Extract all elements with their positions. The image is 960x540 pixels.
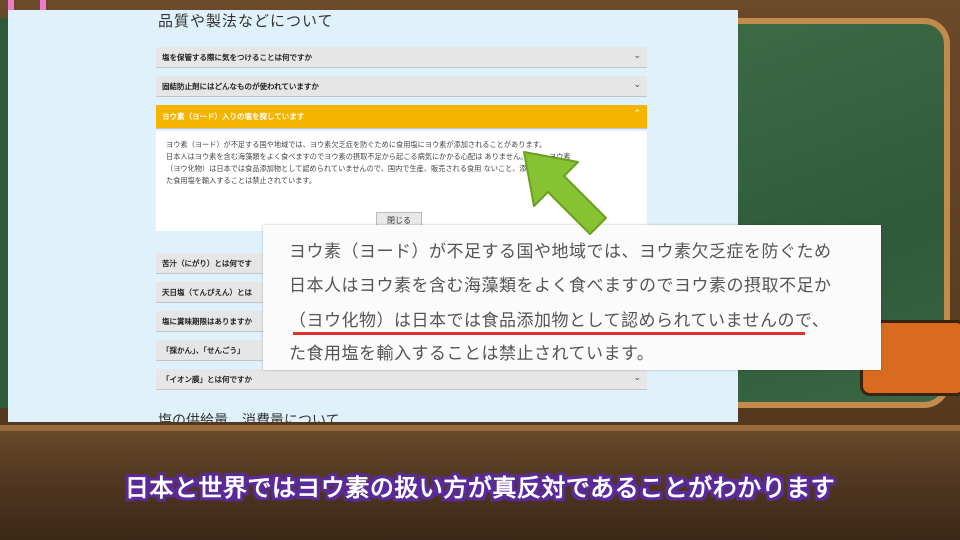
faq-item[interactable]: 「イオン膜」とは何ですか ⌄ [156, 369, 647, 390]
faq-question: 「採かん」、「せんごう」 [162, 345, 245, 355]
section-heading: 塩の供給量、消費量について [158, 413, 340, 422]
red-underline [293, 332, 805, 335]
chevron-up-icon: ⌃ [633, 109, 641, 119]
chevron-down-icon: ⌄ [633, 51, 641, 61]
section-heading: 品質や製法などについて [158, 12, 334, 30]
faq-item-open[interactable]: ヨウ素（ヨード）入りの塩を探しています ⌃ [156, 105, 647, 129]
faq-question: ヨウ素（ヨード）入りの塩を探しています [162, 112, 305, 121]
faq-item[interactable]: 固結防止剤にはどんなものが使われていますか ⌄ [156, 76, 647, 97]
faq-question: 苦汁（にがり）とは何です [162, 258, 252, 268]
faq-question: 天日塩（てんぴえん）とは [162, 287, 252, 297]
zoom-line: 日本人はヨウ素を含む海藻類をよく食べますのでヨウ素の摂取不足か [289, 276, 832, 296]
arrow-up-left-icon [523, 151, 607, 235]
faq-question: 塩に賞味期限はありますか [162, 316, 252, 326]
zoom-line: ヨウ素（ヨード）が不足する国や地域では、ヨウ素欠乏症を防ぐため [289, 242, 832, 262]
zoom-line: た食用塩を輸入することは禁止されています。 [289, 344, 655, 364]
chevron-down-icon: ⌄ [633, 373, 641, 383]
faq-question: 塩を保管する際に気をつけることは何ですか [162, 52, 312, 62]
faq-question: 「イオン膜」とは何ですか [162, 374, 252, 384]
faq-question: 固結防止剤にはどんなものが使われていますか [162, 81, 319, 91]
subtitle-caption: 日本と世界ではヨウ素の扱い方が真反対であることがわかります [124, 474, 836, 502]
zoom-callout: ヨウ素（ヨード）が不足する国や地域では、ヨウ素欠乏症を防ぐため 日本人はヨウ素を… [263, 225, 881, 370]
zoom-line: （ヨウ化物）は日本では食品添加物として認められていませんので、 [289, 311, 830, 331]
chevron-down-icon: ⌄ [633, 80, 641, 90]
faq-item[interactable]: 塩を保管する際に気をつけることは何ですか ⌄ [156, 47, 647, 68]
